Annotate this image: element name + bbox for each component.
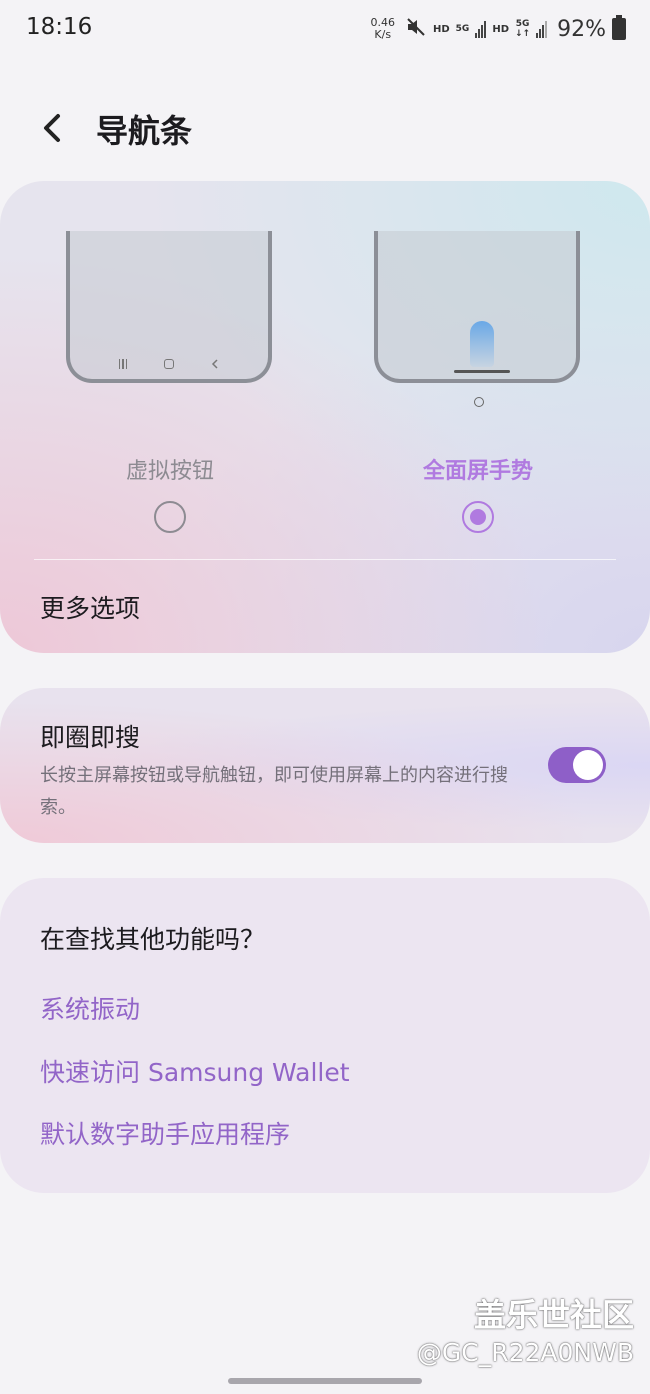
app-header: 导航条 <box>0 100 650 160</box>
page-title: 导航条 <box>96 112 193 150</box>
battery-icon <box>612 15 626 40</box>
network-type-label: 5G <box>455 24 470 34</box>
mute-icon <box>405 16 427 42</box>
buttons-preview[interactable] <box>66 231 272 383</box>
nav-keys <box>70 359 268 369</box>
gesture-bar-icon <box>454 370 510 373</box>
gesture-handle[interactable] <box>228 1378 422 1384</box>
circle-to-search-description: 长按主屏幕按钮或导航触钮，即可使用屏幕上的内容进行搜索。 <box>40 765 508 818</box>
toggle-knob <box>573 750 603 780</box>
signal-icon <box>475 20 487 38</box>
option-label-buttons: 虚拟按钮 <box>125 459 214 484</box>
swipe-gesture-icon <box>470 321 494 367</box>
network-type-label-2: 5G <box>515 19 530 29</box>
home-hint-icon <box>474 397 484 407</box>
more-options-item[interactable]: 更多选项 <box>40 589 140 625</box>
network-type-5g: 5G <box>456 24 470 34</box>
status-bar: 18:16 0.46 K/s HD 5G HD 5G ↓↑ 92% <box>0 0 650 58</box>
hd-label-2: HD <box>492 23 509 35</box>
circle-to-search-title: 即圈即搜 <box>40 723 141 752</box>
hd-label: HD <box>433 23 450 35</box>
link-digital-assistant[interactable]: 默认数字助手应用程序 <box>40 1115 290 1151</box>
recents-key-icon <box>118 359 128 369</box>
gestures-preview[interactable] <box>374 231 580 383</box>
option-label-gestures: 全面屏手势 <box>422 459 533 484</box>
back-key-icon <box>211 359 218 369</box>
radio-gestures[interactable] <box>462 501 494 533</box>
navigation-type-card: 虚拟按钮 全面屏手势 更多选项 <box>0 181 650 653</box>
status-time: 18:16 <box>26 14 93 40</box>
network-speed: 0.46 K/s <box>371 17 396 41</box>
status-icons: 0.46 K/s HD 5G HD 5G ↓↑ 92% <box>371 12 626 46</box>
signal-icon-2 <box>536 20 548 38</box>
radio-buttons[interactable] <box>154 501 186 533</box>
home-key-icon <box>164 359 174 369</box>
circle-to-search-toggle[interactable] <box>548 747 606 783</box>
back-button[interactable] <box>34 108 74 148</box>
battery-percent: 92% <box>557 16 606 42</box>
data-arrows-icon: ↓↑ <box>515 29 531 39</box>
link-system-vibration[interactable]: 系统振动 <box>40 990 140 1026</box>
watermark-community: 盖乐世社区 <box>473 1296 634 1334</box>
divider <box>34 559 616 560</box>
suggestions-card: 在查找其他功能吗？ 系统振动 快速访问 Samsung Wallet 默认数字助… <box>0 878 650 1193</box>
back-arrow-icon <box>44 114 60 142</box>
network-speed-unit: K/s <box>374 28 392 41</box>
link-samsung-wallet[interactable]: 快速访问 Samsung Wallet <box>40 1053 350 1089</box>
network-type-5g-2: 5G ↓↑ <box>515 19 530 39</box>
circle-to-search-card[interactable]: 即圈即搜 长按主屏幕按钮或导航触钮，即可使用屏幕上的内容进行搜索。 <box>0 688 650 843</box>
suggestions-heading: 在查找其他功能吗？ <box>40 925 266 954</box>
watermark-user: @GC_R22A0NWB <box>416 1338 634 1367</box>
